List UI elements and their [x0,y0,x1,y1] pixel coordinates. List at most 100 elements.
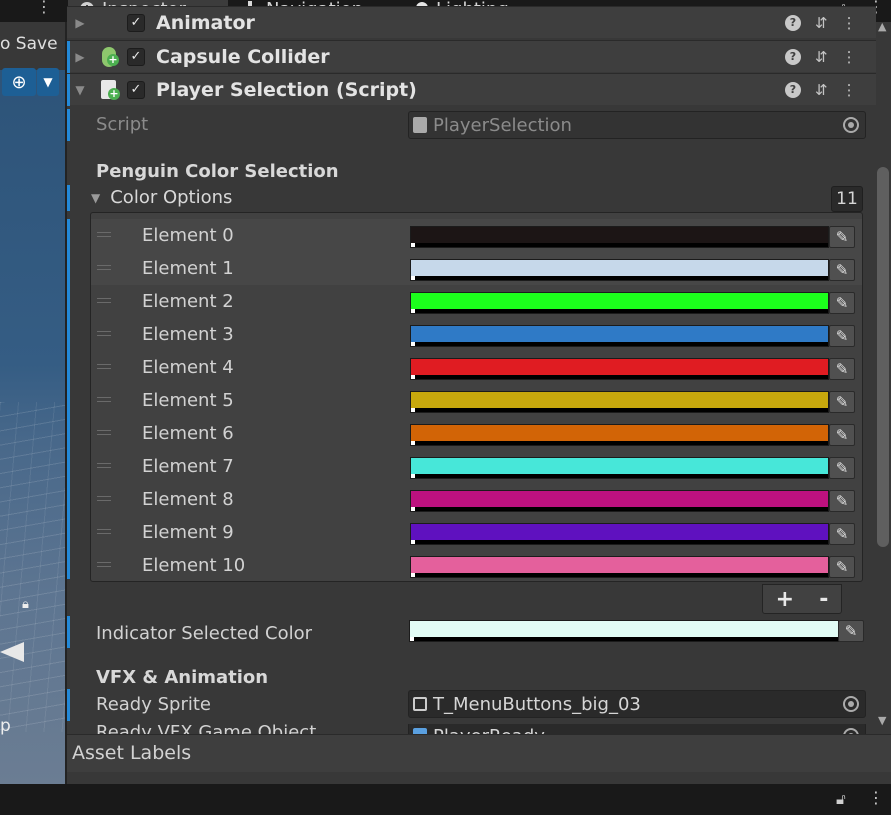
element-label: Element 9 [142,522,234,543]
color-options-label: Color Options [110,187,233,208]
help-icon[interactable]: ? [785,14,801,31]
override-indicator [67,41,70,73]
drag-handle-icon[interactable] [97,331,111,336]
component-menu-icon[interactable]: ⋮ [842,81,857,99]
color-swatch[interactable] [410,259,829,281]
foldout-arrow-icon[interactable]: ▼ [91,191,100,205]
section-header-penguin: Penguin Color Selection [96,161,339,182]
list-element-row[interactable]: Element 10 ✎ [91,549,862,582]
asset-labels-bar[interactable]: Asset Labels [67,734,891,772]
color-swatch[interactable] [410,457,829,479]
list-element-row[interactable]: Element 4 ✎ [91,351,862,384]
ready-vfx-value: PlayerReady [433,726,545,735]
presets-icon[interactable]: ⇵ [815,48,828,66]
enabled-checkbox[interactable]: ✓ [127,80,145,99]
override-indicator [67,185,70,211]
scene-toolbar: o Save ⊕ ▼ [0,22,65,96]
object-picker-icon[interactable] [843,696,859,712]
eyedropper-icon[interactable]: ✎ [829,556,855,578]
drag-handle-icon[interactable] [97,562,111,567]
presets-icon[interactable]: ⇵ [815,81,828,99]
drag-handle-icon[interactable] [97,397,111,402]
eyedropper-icon[interactable]: ✎ [829,226,855,248]
gizmo-dropdown-icon[interactable]: ▼ [37,68,59,96]
color-swatch[interactable] [410,226,829,248]
scrollbar-thumb[interactable] [877,167,889,547]
foldout-arrow-icon[interactable]: ▼ [67,83,93,97]
camera-cone-gizmo [0,642,24,662]
scene-grid [0,402,65,732]
component-menu-icon[interactable]: ⋮ [842,48,857,66]
lock-icon[interactable]: 🔓︎ [836,790,846,808]
drag-handle-icon[interactable] [97,364,111,369]
presets-icon[interactable]: ⇵ [815,14,828,32]
enabled-checkbox[interactable]: ✓ [127,47,145,66]
element-label: Element 2 [142,291,234,312]
list-element-row[interactable]: Element 9 ✎ [91,516,862,549]
scene-menu-dots-icon[interactable]: ⋮ [36,0,52,16]
list-element-row[interactable]: Element 5 ✎ [91,384,862,417]
scroll-up-arrow-icon[interactable]: ▲ [878,20,886,33]
eyedropper-icon[interactable]: ✎ [829,424,855,446]
drag-handle-icon[interactable] [97,496,111,501]
auto-save-label[interactable]: o Save [0,34,58,54]
eyedropper-icon[interactable]: ✎ [829,391,855,413]
gizmo-globe-icon[interactable]: ⊕ [2,68,36,96]
list-element-row[interactable]: Element 0 ✎ [91,219,862,252]
list-element-row[interactable]: Element 7 ✎ [91,450,862,483]
foldout-arrow-icon[interactable]: ▶ [67,16,93,30]
eyedropper-icon[interactable]: ✎ [829,259,855,281]
component-header-animator[interactable]: ▶ ✓ Animator ? ⇵ ⋮ [67,6,876,38]
component-header-player-selection[interactable]: ▼ ✓ Player Selection (Script) ? ⇵ ⋮ [67,73,876,106]
foldout-arrow-icon[interactable]: ▶ [67,50,93,64]
color-swatch[interactable] [410,556,829,578]
panel-menu-dots-icon[interactable]: ⋮ [868,788,884,807]
list-element-row[interactable]: Element 1 ✎ [91,252,862,285]
color-swatch[interactable] [410,292,829,314]
indicator-color-swatch[interactable] [409,620,839,642]
scene-view[interactable]: o Save ⊕ ▼ 🔒︎ p [0,22,65,784]
drag-handle-icon[interactable] [97,430,111,435]
color-swatch[interactable] [410,424,829,446]
list-element-row[interactable]: Element 6 ✎ [91,417,862,450]
drag-handle-icon[interactable] [97,529,111,534]
drag-handle-icon[interactable] [97,463,111,468]
bottom-bar: 🔓︎ ⋮ [0,784,891,815]
ready-sprite-field[interactable]: T_MenuButtons_big_03 [408,690,866,718]
list-element-row[interactable]: Element 8 ✎ [91,483,862,516]
component-title: Capsule Collider [156,45,330,68]
eyedropper-icon[interactable]: ✎ [838,620,864,642]
help-icon[interactable]: ? [785,48,801,65]
eyedropper-icon[interactable]: ✎ [829,457,855,479]
scroll-down-arrow-icon[interactable]: ▼ [878,714,886,727]
color-swatch[interactable] [410,490,829,512]
eyedropper-icon[interactable]: ✎ [829,358,855,380]
eyedropper-icon[interactable]: ✎ [829,523,855,545]
color-swatch[interactable] [410,391,829,413]
help-icon[interactable]: ? [785,81,801,98]
enabled-checkbox[interactable]: ✓ [127,13,145,32]
drag-handle-icon[interactable] [97,265,111,270]
override-indicator [67,109,70,141]
drag-handle-icon[interactable] [97,298,111,303]
ready-vfx-field[interactable]: PlayerReady [408,724,866,734]
color-swatch[interactable] [410,358,829,380]
section-header-vfx: VFX & Animation [96,667,269,688]
color-swatch[interactable] [410,523,829,545]
color-options-foldout[interactable]: ▼ Color Options [91,187,232,208]
remove-element-button[interactable]: - [819,587,828,612]
component-header-capsule-collider[interactable]: ▶ ✓ Capsule Collider ? ⇵ ⋮ [67,40,876,73]
list-element-row[interactable]: Element 2 ✎ [91,285,862,318]
color-swatch[interactable] [410,325,829,347]
list-element-row[interactable]: Element 3 ✎ [91,318,862,351]
element-label: Element 6 [142,423,234,444]
object-picker-icon [843,117,859,133]
drag-handle-icon[interactable] [97,232,111,237]
add-element-button[interactable]: + [776,587,794,612]
eyedropper-icon[interactable]: ✎ [829,292,855,314]
eyedropper-icon[interactable]: ✎ [829,325,855,347]
component-menu-icon[interactable]: ⋮ [842,14,857,32]
sprite-icon [413,697,427,711]
list-size-field[interactable]: 11 [831,186,863,212]
eyedropper-icon[interactable]: ✎ [829,490,855,512]
